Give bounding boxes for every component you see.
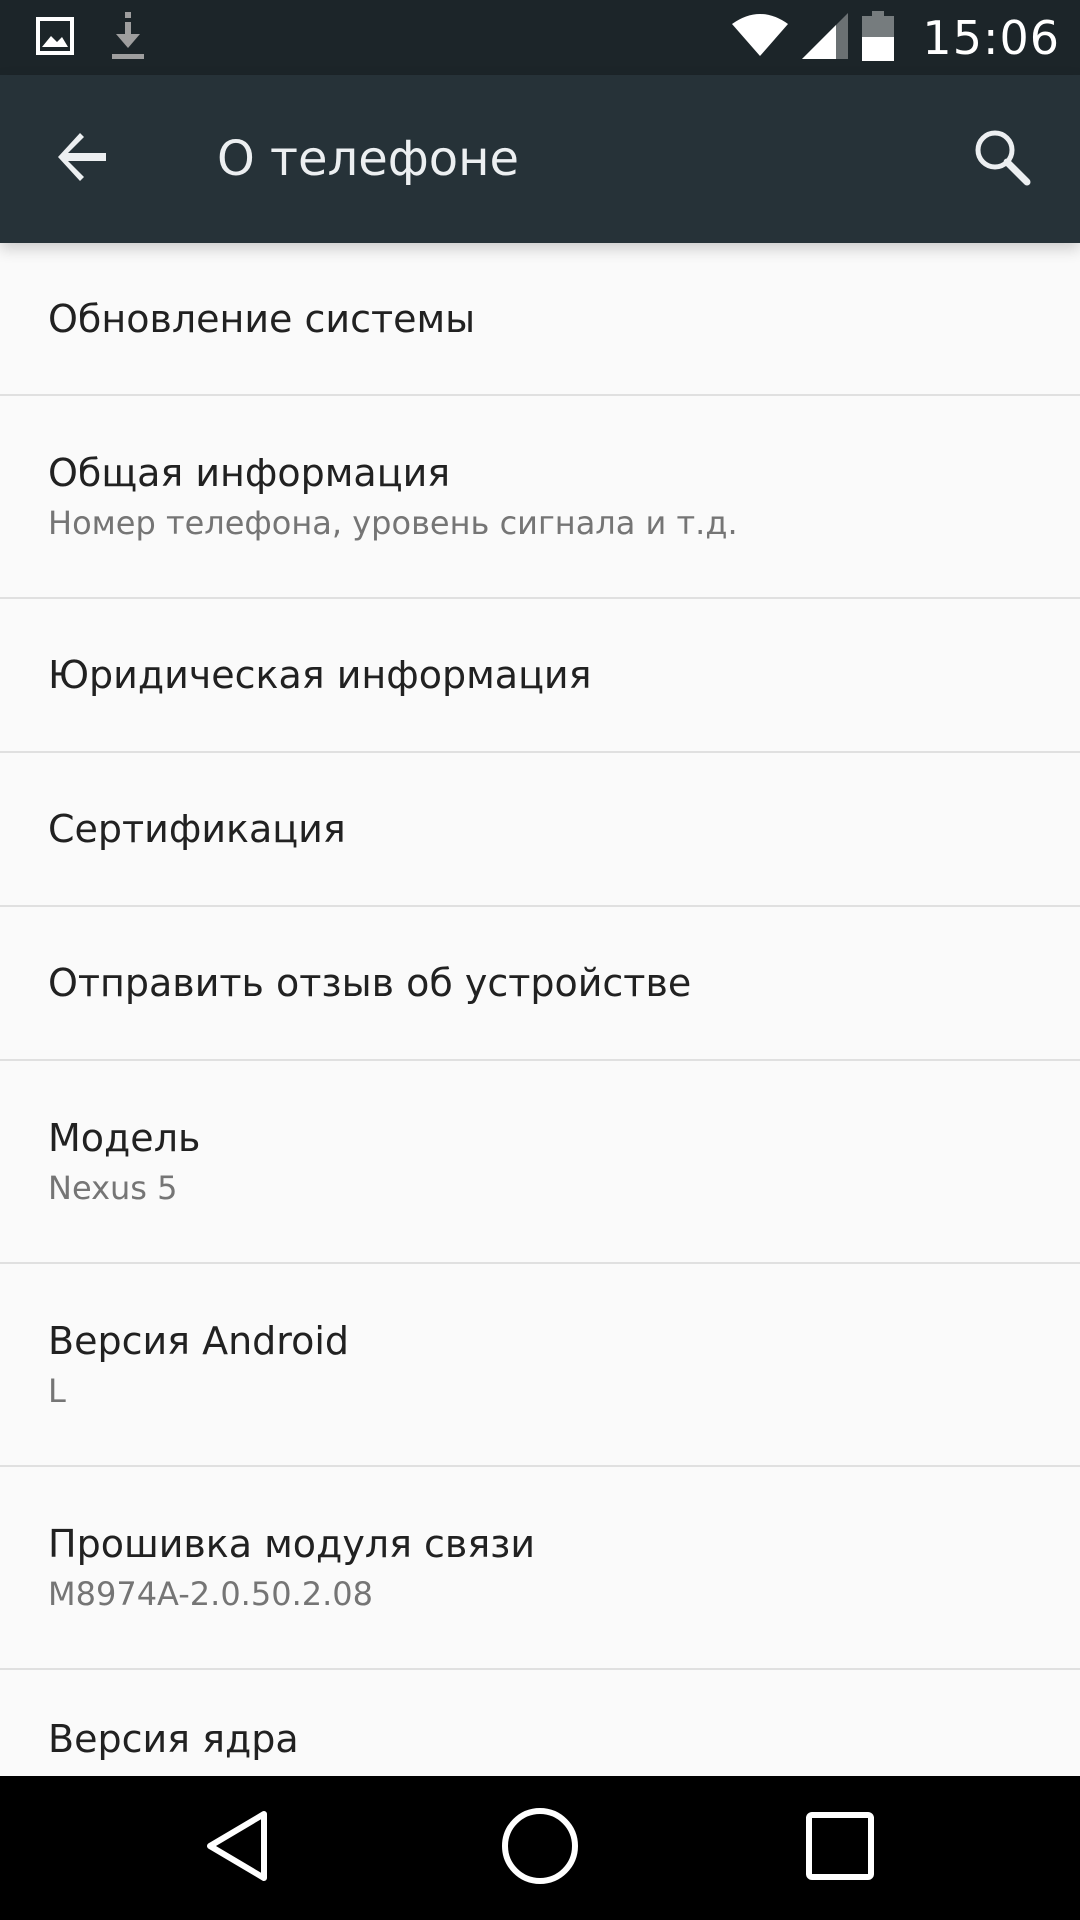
list-item-title: Сертификация [48,807,346,851]
notification-icons [36,12,146,64]
list-item-legal-info[interactable]: Юридическая информация [0,599,1080,753]
list-item-summary: Номер телефона, уровень сигнала и т.д. [48,503,738,542]
page-title: О телефоне [217,131,520,187]
battery-icon [862,10,895,65]
nav-recents-icon [805,1811,875,1885]
list-item-model[interactable]: Модель Nexus 5 [0,1061,1080,1264]
cell-signal-icon [802,12,849,63]
list-item-general-info[interactable]: Общая информация Номер телефона, уровень… [0,396,1080,599]
list-item-summary: Nexus 5 [48,1168,178,1207]
search-button[interactable] [960,117,1044,201]
list-item-title: Юридическая информация [48,653,592,697]
app-bar: О телефоне [0,75,1080,243]
download-notification-icon [110,12,146,64]
navigation-bar [0,1776,1080,1920]
list-item-summary: L [48,1371,66,1410]
list-item-title: Обновление системы [48,296,476,341]
settings-list: Обновление системы Общая информация Номе… [0,243,1080,1776]
image-notification-icon [36,17,74,59]
nav-back-button[interactable] [187,1798,287,1898]
list-item-android-version[interactable]: Версия Android L [0,1264,1080,1467]
status-time: 15:06 [922,10,1060,65]
nav-back-icon [202,1808,272,1888]
back-button[interactable] [40,117,124,201]
system-status-icons: 15:06 [732,0,1060,75]
list-item-title: Версия Android [48,1318,350,1363]
arrow-back-icon [56,131,108,187]
about-phone-screen: 15:06 О телефоне Обновление системы Обща… [0,0,1080,1920]
list-item-send-feedback[interactable]: Отправить отзыв об устройстве [0,907,1080,1061]
search-icon [973,128,1031,190]
list-item-title: Модель [48,1115,201,1160]
list-item-title: Прошивка модуля связи [48,1521,536,1566]
list-item-summary: M8974A-2.0.50.2.08 [48,1574,373,1613]
list-item-certification[interactable]: Сертификация [0,753,1080,907]
list-item-baseband-version[interactable]: Прошивка модуля связи M8974A-2.0.50.2.08 [0,1467,1080,1670]
status-bar: 15:06 [0,0,1080,75]
nav-recents-button[interactable] [790,1798,890,1898]
list-item-title: Версия ядра [48,1717,299,1761]
list-item-title: Общая информация [48,450,451,495]
nav-home-icon [500,1806,580,1890]
nav-home-button[interactable] [490,1798,590,1898]
list-item-kernel-version[interactable]: Версия ядра [0,1670,1080,1776]
wifi-icon [732,13,789,62]
list-item-title: Отправить отзыв об устройстве [48,961,692,1005]
list-item-system-update[interactable]: Обновление системы [0,243,1080,396]
